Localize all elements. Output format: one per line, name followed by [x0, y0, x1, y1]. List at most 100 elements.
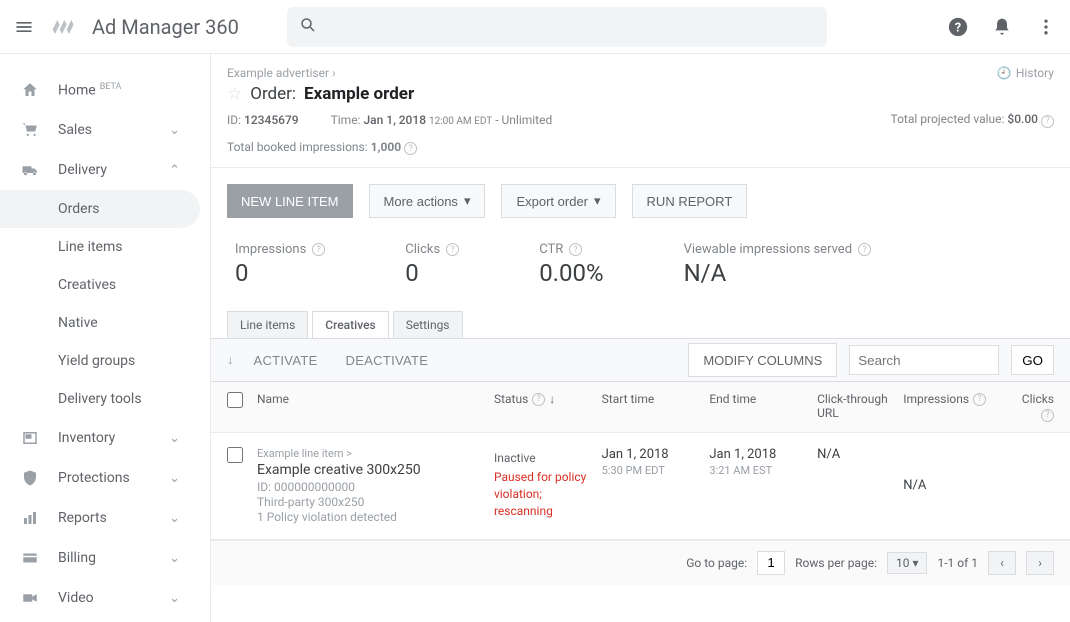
rows-label: Rows per page:	[795, 556, 877, 570]
help-icon[interactable]: ?	[446, 243, 459, 256]
chevron-down-icon: ⌄	[169, 511, 180, 526]
row-status: Inactive	[494, 451, 602, 465]
help-icon[interactable]: ?	[946, 15, 970, 39]
help-icon[interactable]: ?	[404, 142, 417, 155]
sidebar-item-yield-groups[interactable]: Yield groups	[0, 342, 200, 380]
sidebar-item-sales[interactable]: Sales ⌄	[0, 110, 200, 150]
stat-clicks: Clicks?0	[405, 242, 459, 287]
go-button[interactable]: GO	[1011, 345, 1054, 375]
row-type: Third-party 300x250	[257, 495, 494, 509]
booked-value: 1,000	[371, 140, 402, 154]
sidebar-item-reports[interactable]: Reports ⌄	[0, 498, 200, 538]
sidebar-item-delivery[interactable]: Delivery ⌃	[0, 150, 200, 190]
row-end-time: 3:21 AM EST	[709, 464, 817, 477]
more-actions-button[interactable]: More actions ▾	[369, 184, 486, 218]
stat-value: 0.00%	[539, 259, 603, 287]
help-icon[interactable]: ?	[858, 243, 871, 256]
sidebar-item-orders[interactable]: Orders	[0, 190, 200, 228]
sidebar-item-video[interactable]: Video ⌄	[0, 578, 200, 618]
chevron-up-icon: ⌃	[169, 163, 180, 178]
search-input[interactable]	[325, 19, 815, 35]
star-icon[interactable]: ☆	[227, 84, 242, 104]
prev-page-button[interactable]: ‹	[988, 551, 1016, 575]
sidebar-item-delivery-tools[interactable]: Delivery tools	[0, 380, 200, 418]
col-start[interactable]: Start time	[602, 392, 710, 406]
svg-text:?: ?	[955, 20, 961, 35]
sidebar-item-label: Delivery tools	[58, 391, 180, 407]
col-url[interactable]: Click-through URL	[817, 392, 903, 420]
row-impressions: N/A	[903, 478, 926, 493]
sidebar-item-label: Native	[58, 315, 180, 331]
order-time-detail: 12:00 AM EDT	[429, 116, 492, 127]
sidebar-item-protections[interactable]: Protections ⌄	[0, 458, 200, 498]
sort-indicator-icon[interactable]: ↓	[227, 352, 234, 368]
col-name[interactable]: Name	[257, 392, 494, 406]
select-all-checkbox[interactable]	[227, 392, 243, 408]
tab-creatives[interactable]: Creatives	[312, 311, 388, 338]
tab-line-items[interactable]: Line items	[227, 311, 308, 338]
activate-button[interactable]: ACTIVATE	[246, 353, 326, 368]
breadcrumb[interactable]: Example advertiser	[227, 66, 329, 80]
stat-ctr: CTR?0.00%	[539, 242, 603, 287]
stat-value: N/A	[684, 259, 871, 287]
hamburger-icon[interactable]	[12, 15, 36, 39]
range-label: 1-1 of 1	[937, 556, 978, 570]
sidebar-item-label: Inventory	[58, 430, 151, 446]
col-status[interactable]: Status?↓	[494, 392, 602, 406]
main-content: Example advertiser › 🕘History ☆ Order: E…	[210, 54, 1070, 622]
search-icon	[299, 16, 317, 38]
deactivate-button[interactable]: DEACTIVATE	[338, 353, 437, 368]
notifications-icon[interactable]	[990, 15, 1014, 39]
table-header: Name Status?↓ Start time End time Click-…	[211, 382, 1070, 433]
order-id: 12345679	[244, 113, 299, 127]
help-icon[interactable]: ?	[973, 393, 986, 406]
page-input[interactable]	[757, 551, 785, 575]
breadcrumb-row: Example advertiser › 🕘History	[211, 54, 1070, 80]
beta-badge: BETA	[100, 82, 122, 92]
sidebar-item-home[interactable]: HomeBETA	[0, 70, 200, 110]
table-search-input[interactable]	[849, 345, 999, 375]
col-status-label: Status	[494, 392, 528, 406]
next-page-button[interactable]: ›	[1026, 551, 1054, 575]
cart-icon	[20, 120, 40, 140]
run-report-button[interactable]: RUN REPORT	[632, 184, 748, 218]
sidebar-item-inventory[interactable]: Inventory ⌄	[0, 418, 200, 458]
export-order-button[interactable]: Export order ▾	[501, 184, 615, 218]
stat-value: 0	[235, 259, 325, 287]
modify-columns-button[interactable]: MODIFY COLUMNS	[688, 343, 837, 377]
tab-settings[interactable]: Settings	[393, 311, 463, 338]
goto-label: Go to page:	[686, 556, 747, 570]
sidebar-item-label: Sales	[58, 122, 151, 138]
col-impressions[interactable]: Impressions?	[903, 392, 1000, 406]
row-checkbox[interactable]	[227, 447, 243, 463]
more-vert-icon[interactable]	[1034, 15, 1058, 39]
sidebar-item-billing[interactable]: Billing ⌄	[0, 538, 200, 578]
sidebar-item-line-items[interactable]: Line items	[0, 228, 200, 266]
rows-value: 10	[896, 556, 910, 570]
help-icon[interactable]: ?	[1041, 409, 1054, 422]
help-icon[interactable]: ?	[1041, 115, 1054, 128]
sidebar-item-native[interactable]: Native	[0, 304, 200, 342]
sidebar-item-creatives[interactable]: Creatives	[0, 266, 200, 304]
stat-value: 0	[405, 259, 459, 287]
row-end-date: Jan 1, 2018	[709, 447, 817, 462]
table-row[interactable]: Example line item > Example creative 300…	[211, 433, 1070, 540]
col-clicks[interactable]: Clicks?	[1000, 392, 1054, 422]
col-imp-label: Impressions	[903, 392, 969, 406]
col-end[interactable]: End time	[709, 392, 817, 406]
order-name: Example order	[304, 84, 414, 104]
history-link[interactable]: 🕘History	[997, 66, 1054, 80]
help-icon[interactable]: ?	[312, 243, 325, 256]
new-line-item-button[interactable]: NEW LINE ITEM	[227, 184, 353, 218]
help-icon[interactable]: ?	[569, 243, 582, 256]
col-clk-label: Clicks	[1022, 392, 1054, 406]
search-bar[interactable]	[287, 7, 827, 47]
row-clicks	[1000, 447, 1054, 525]
sidebar-item-label: Delivery	[58, 162, 151, 178]
help-icon[interactable]: ?	[532, 393, 545, 406]
stat-label: Viewable impressions served	[684, 242, 852, 257]
export-label: Export order	[516, 194, 588, 209]
id-label: ID:	[227, 113, 241, 127]
rows-per-page-select[interactable]: 10 ▾	[887, 552, 928, 574]
caret-down-icon: ▾	[594, 193, 601, 209]
